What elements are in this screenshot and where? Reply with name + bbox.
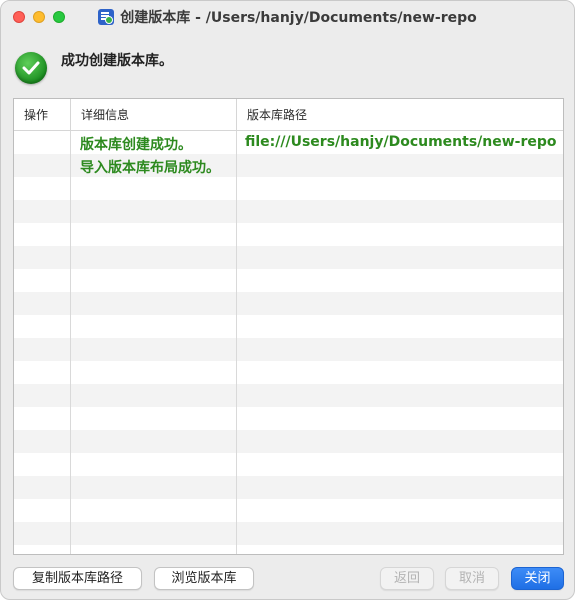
column-divider <box>236 131 237 554</box>
back-button[interactable]: 返回 <box>380 567 434 590</box>
window-title: 创建版本库 - /Users/hanjy/Documents/new-repo <box>120 10 477 26</box>
row-2-detail: 导入版本库布局成功。 <box>80 160 220 176</box>
table-row <box>14 177 563 200</box>
table-row <box>14 361 563 384</box>
table-row <box>14 453 563 476</box>
table-body <box>14 131 563 554</box>
table-row <box>14 407 563 430</box>
table-row <box>14 292 563 315</box>
table-row <box>14 545 563 554</box>
column-header-path[interactable]: 版本库路径 <box>236 99 563 131</box>
table-row <box>14 522 563 545</box>
table-row <box>14 269 563 292</box>
table-row <box>14 338 563 361</box>
table-row <box>14 499 563 522</box>
table-row <box>14 223 563 246</box>
column-header-action[interactable]: 操作 <box>14 99 70 131</box>
dialog-window: 创建版本库 - /Users/hanjy/Documents/new-repo … <box>0 0 575 600</box>
copy-repo-path-button[interactable]: 复制版本库路径 <box>13 567 142 590</box>
close-button[interactable]: 关闭 <box>511 567 564 590</box>
table-row <box>14 200 563 223</box>
results-table: 操作 详细信息 版本库路径 版本库创建成功。 导入版本库布局成功。 file:/… <box>13 98 564 555</box>
table-row <box>14 384 563 407</box>
browse-repo-button[interactable]: 浏览版本库 <box>154 567 254 590</box>
table-row <box>14 246 563 269</box>
table-row <box>14 476 563 499</box>
row-1-path: file:///Users/hanjy/Documents/new-repo <box>245 134 557 150</box>
status-message: 成功创建版本库。 <box>61 53 173 69</box>
row-1-detail: 版本库创建成功。 <box>80 137 192 153</box>
success-check-icon <box>15 52 47 84</box>
title-bar: 创建版本库 - /Users/hanjy/Documents/new-repo <box>1 1 574 33</box>
cancel-button[interactable]: 取消 <box>445 567 499 590</box>
table-row <box>14 315 563 338</box>
table-header: 操作 详细信息 版本库路径 <box>14 99 563 131</box>
column-header-detail[interactable]: 详细信息 <box>70 99 236 131</box>
column-divider <box>70 131 71 554</box>
table-row <box>14 430 563 453</box>
repository-icon <box>98 9 115 25</box>
